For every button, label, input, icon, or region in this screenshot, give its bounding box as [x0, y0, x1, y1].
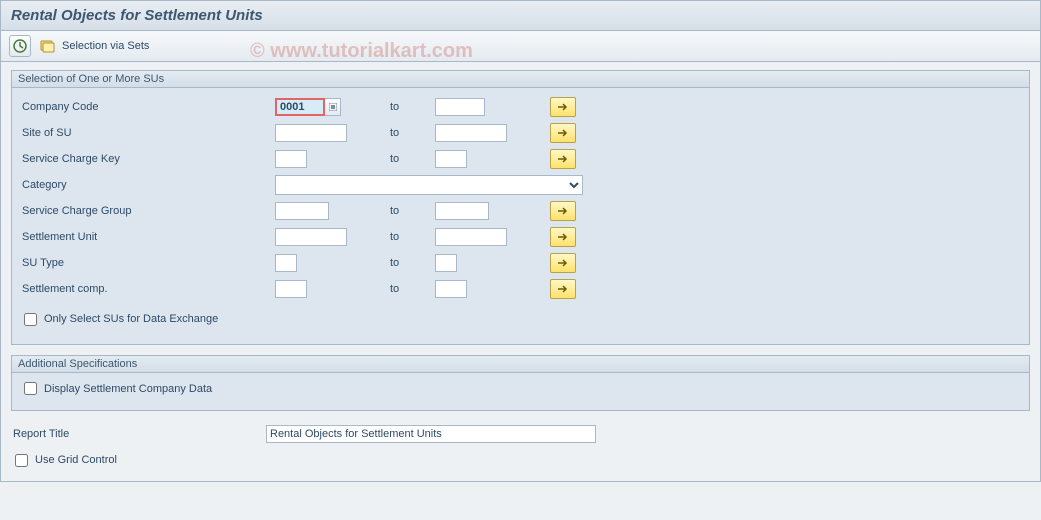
execute-button[interactable] — [9, 35, 31, 57]
selection-via-sets-label: Selection via Sets — [56, 40, 155, 52]
label-settlement-comp: Settlement comp. — [20, 283, 275, 295]
row-category: Category — [20, 172, 1021, 198]
checkbox-input[interactable] — [24, 382, 37, 395]
selection-via-sets-button[interactable]: Selection via Sets — [35, 36, 160, 56]
input-site-to[interactable] — [435, 124, 507, 142]
checkbox-label: Only Select SUs for Data Exchange — [44, 313, 218, 325]
input-report-title[interactable] — [266, 425, 596, 443]
input-su-from[interactable] — [275, 228, 347, 246]
row-service-charge-key: Service Charge Key to — [20, 146, 1021, 172]
input-sutype-to[interactable] — [435, 254, 457, 272]
label-settlement-unit: Settlement Unit — [20, 231, 275, 243]
row-settlement-comp: Settlement comp. to — [20, 276, 1021, 302]
arrow-right-icon — [557, 232, 569, 242]
select-category[interactable] — [275, 175, 583, 195]
input-settlecomp-to[interactable] — [435, 280, 467, 298]
f4-icon — [329, 103, 337, 111]
group-additional-specs: Additional Specifications Display Settle… — [11, 355, 1030, 411]
group-selection-sus: Selection of One or More SUs Company Cod… — [11, 70, 1030, 345]
to-label: to — [390, 101, 435, 113]
checkbox-input[interactable] — [15, 454, 28, 467]
label-service-charge-key: Service Charge Key — [20, 153, 275, 165]
input-su-to[interactable] — [435, 228, 507, 246]
input-sutype-from[interactable] — [275, 254, 297, 272]
multi-select-settlecomp[interactable] — [550, 279, 576, 299]
input-scgroup-to[interactable] — [435, 202, 489, 220]
checkbox-display-settlement-company[interactable]: Display Settlement Company Data — [20, 379, 212, 398]
group-additional-header: Additional Specifications — [12, 356, 1029, 373]
checkbox-label: Use Grid Control — [35, 454, 117, 466]
arrow-right-icon — [557, 102, 569, 112]
row-sc-group: Service Charge Group to — [20, 198, 1021, 224]
input-sckey-from[interactable] — [275, 150, 307, 168]
f4-help-company-code[interactable] — [325, 98, 341, 116]
page-title: Rental Objects for Settlement Units — [1, 1, 1040, 31]
row-site-su: Site of SU to — [20, 120, 1021, 146]
arrow-right-icon — [557, 258, 569, 268]
label-company-code: Company Code — [20, 101, 275, 113]
arrow-right-icon — [557, 128, 569, 138]
checkbox-input[interactable] — [24, 313, 37, 326]
input-sckey-to[interactable] — [435, 150, 467, 168]
selection-sets-icon — [40, 38, 56, 54]
input-settlecomp-from[interactable] — [275, 280, 307, 298]
row-su-type: SU Type to — [20, 250, 1021, 276]
checkbox-use-grid-control[interactable]: Use Grid Control — [11, 451, 117, 470]
row-company-code: Company Code to — [20, 94, 1021, 120]
input-company-code-to[interactable] — [435, 98, 485, 116]
multi-select-scgroup[interactable] — [550, 201, 576, 221]
checkbox-only-select-sus[interactable]: Only Select SUs for Data Exchange — [20, 310, 218, 329]
checkbox-label: Display Settlement Company Data — [44, 383, 212, 395]
arrow-right-icon — [557, 154, 569, 164]
input-scgroup-from[interactable] — [275, 202, 329, 220]
multi-select-company-code[interactable] — [550, 97, 576, 117]
multi-select-site[interactable] — [550, 123, 576, 143]
clock-execute-icon — [13, 39, 27, 53]
label-report-title: Report Title — [11, 428, 266, 440]
arrow-right-icon — [557, 206, 569, 216]
multi-select-sutype[interactable] — [550, 253, 576, 273]
label-sc-group: Service Charge Group — [20, 205, 275, 217]
multi-select-sckey[interactable] — [550, 149, 576, 169]
input-company-code-from[interactable] — [275, 98, 325, 116]
label-su-type: SU Type — [20, 257, 275, 269]
multi-select-su[interactable] — [550, 227, 576, 247]
arrow-right-icon — [557, 284, 569, 294]
label-category: Category — [20, 179, 275, 191]
label-site: Site of SU — [20, 127, 275, 139]
group-selection-header: Selection of One or More SUs — [12, 71, 1029, 88]
input-site-from[interactable] — [275, 124, 347, 142]
row-settlement-unit: Settlement Unit to — [20, 224, 1021, 250]
